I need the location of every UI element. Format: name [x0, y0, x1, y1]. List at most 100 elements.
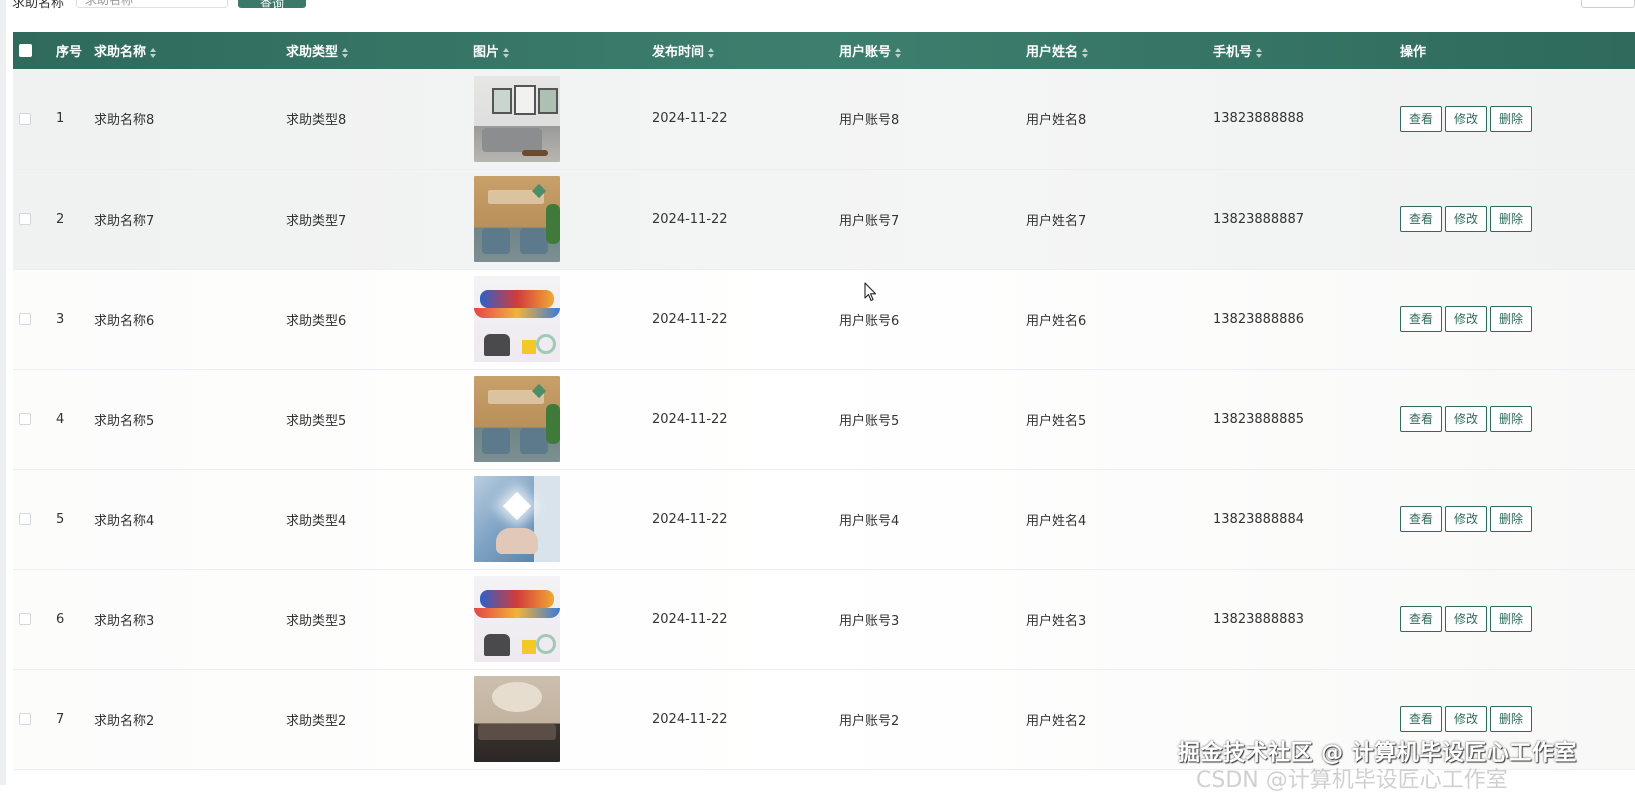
row-checkbox[interactable]	[19, 213, 31, 225]
column-header-picture[interactable]: 图片	[473, 32, 652, 69]
cell-phone-text: 13823888885	[1213, 411, 1304, 427]
cell-account: 用户账号5	[839, 369, 1026, 469]
cell-username: 用户姓名4	[1026, 469, 1213, 569]
cell-account: 用户账号2	[839, 669, 1026, 769]
search-input[interactable]: 求助名称	[76, 0, 228, 8]
table-row: 4 求助名称5 求助类型5 2024-11-22 用户账号5 用户姓名5 138238888…	[13, 369, 1635, 469]
view-button[interactable]: 查看	[1400, 206, 1443, 232]
cell-type: 求助类型3	[286, 569, 473, 669]
cell-picture	[473, 169, 652, 269]
column-header-label: 用户姓名	[1026, 45, 1079, 60]
cell-index: 3	[50, 269, 94, 369]
cell-publish-time-text: 2024-11-22	[652, 111, 728, 127]
cell-type-text: 求助类型6	[286, 313, 347, 329]
cell-account: 用户账号8	[839, 69, 1026, 169]
cell-picture	[473, 369, 652, 469]
delete-button[interactable]: 删除	[1490, 706, 1533, 732]
cell-phone: 13823888885	[1213, 369, 1400, 469]
cell-phone-text: 13823888883	[1213, 611, 1304, 627]
edit-button[interactable]: 修改	[1445, 206, 1488, 232]
row-select-cell	[13, 669, 50, 769]
cell-publish-time-text: 2024-11-22	[652, 211, 728, 227]
view-button[interactable]: 查看	[1400, 105, 1443, 132]
search-button[interactable]: 查询	[238, 0, 306, 11]
edit-button[interactable]: 修改	[1445, 406, 1488, 432]
cell-phone-text: 13823888887	[1213, 211, 1304, 227]
cell-username: 用户姓名8	[1026, 69, 1213, 169]
cell-username-text: 用户姓名7	[1026, 213, 1087, 229]
cell-operations: 查看 修改 删除	[1400, 369, 1635, 469]
column-header-type[interactable]: 求助类型	[286, 32, 473, 69]
cell-index-text: 2	[56, 211, 65, 227]
column-header-publish-time[interactable]: 发布时间	[652, 32, 839, 69]
column-header-operations: 操作	[1400, 32, 1635, 69]
delete-button[interactable]: 删除	[1490, 105, 1533, 132]
sort-caret-icon[interactable]	[895, 47, 902, 58]
cell-account-text: 用户账号5	[839, 413, 900, 429]
cell-account: 用户账号7	[839, 169, 1026, 269]
cell-phone: 13823888883	[1213, 569, 1400, 669]
view-button[interactable]: 查看	[1400, 706, 1443, 732]
cell-account-text: 用户账号2	[839, 713, 900, 729]
cell-publish-time: 2024-11-22	[652, 269, 839, 369]
row-checkbox[interactable]	[19, 613, 31, 625]
cell-name: 求助名称7	[94, 169, 286, 269]
cell-publish-time: 2024-11-22	[652, 69, 839, 169]
column-header-label: 序号	[56, 45, 83, 60]
cell-name-text: 求助名称6	[94, 313, 155, 329]
row-checkbox[interactable]	[19, 513, 31, 525]
sort-caret-icon[interactable]	[342, 47, 349, 58]
delete-button[interactable]: 删除	[1490, 506, 1533, 532]
cell-index-text: 3	[56, 311, 65, 327]
column-header-label: 求助类型	[286, 45, 339, 60]
cell-index: 5	[50, 469, 94, 569]
delete-button[interactable]: 删除	[1490, 606, 1533, 632]
delete-button[interactable]: 删除	[1490, 206, 1533, 232]
cell-publish-time: 2024-11-22	[652, 669, 839, 769]
cell-type: 求助类型4	[286, 469, 473, 569]
cell-name: 求助名称3	[94, 569, 286, 669]
row-checkbox[interactable]	[19, 313, 31, 325]
cell-type-text: 求助类型7	[286, 213, 347, 229]
cell-operations: 查看 修改 删除	[1400, 269, 1635, 369]
cell-picture	[473, 269, 652, 369]
edit-button[interactable]: 修改	[1445, 506, 1488, 532]
sort-caret-icon[interactable]	[1256, 47, 1263, 58]
view-button[interactable]: 查看	[1400, 306, 1443, 332]
edit-button[interactable]: 修改	[1445, 706, 1488, 732]
column-header-label: 求助名称	[94, 45, 147, 60]
sort-caret-icon[interactable]	[150, 47, 157, 58]
table-header: 序号 求助名称 求助类型 图片 发布时间 用户账号 用户姓名 手机号 操作	[13, 32, 1635, 69]
cell-phone: 13823888888	[1213, 69, 1400, 169]
select-all-checkbox[interactable]	[19, 44, 32, 57]
column-header-name[interactable]: 求助名称	[94, 32, 286, 69]
row-checkbox[interactable]	[19, 713, 31, 725]
view-button[interactable]: 查看	[1400, 606, 1443, 632]
colorful-room-photo	[474, 576, 560, 662]
delete-button[interactable]: 删除	[1490, 306, 1533, 332]
sort-caret-icon[interactable]	[1082, 47, 1089, 58]
column-header-account[interactable]: 用户账号	[839, 32, 1026, 69]
cell-phone: 13823888886	[1213, 269, 1400, 369]
row-select-cell	[13, 369, 50, 469]
column-header-username[interactable]: 用户姓名	[1026, 32, 1213, 69]
edit-button[interactable]: 修改	[1445, 105, 1488, 132]
edit-button[interactable]: 修改	[1445, 606, 1488, 632]
delete-button[interactable]: 删除	[1490, 406, 1533, 432]
column-header-label: 发布时间	[652, 45, 705, 60]
cell-account: 用户账号3	[839, 569, 1026, 669]
row-checkbox[interactable]	[19, 112, 31, 125]
cell-type: 求助类型2	[286, 669, 473, 769]
edit-button[interactable]: 修改	[1445, 306, 1488, 332]
sort-caret-icon[interactable]	[503, 47, 510, 58]
view-button[interactable]: 查看	[1400, 506, 1443, 532]
cell-publish-time-text: 2024-11-22	[652, 611, 728, 627]
column-header-label: 图片	[473, 45, 500, 60]
cell-type-text: 求助类型4	[286, 513, 347, 529]
cell-username-text: 用户姓名6	[1026, 313, 1087, 329]
sort-caret-icon[interactable]	[708, 47, 715, 58]
column-header-phone[interactable]: 手机号	[1213, 32, 1400, 69]
row-checkbox[interactable]	[19, 413, 31, 425]
view-button[interactable]: 查看	[1400, 406, 1443, 432]
toolbar-right-button[interactable]	[1581, 0, 1635, 8]
